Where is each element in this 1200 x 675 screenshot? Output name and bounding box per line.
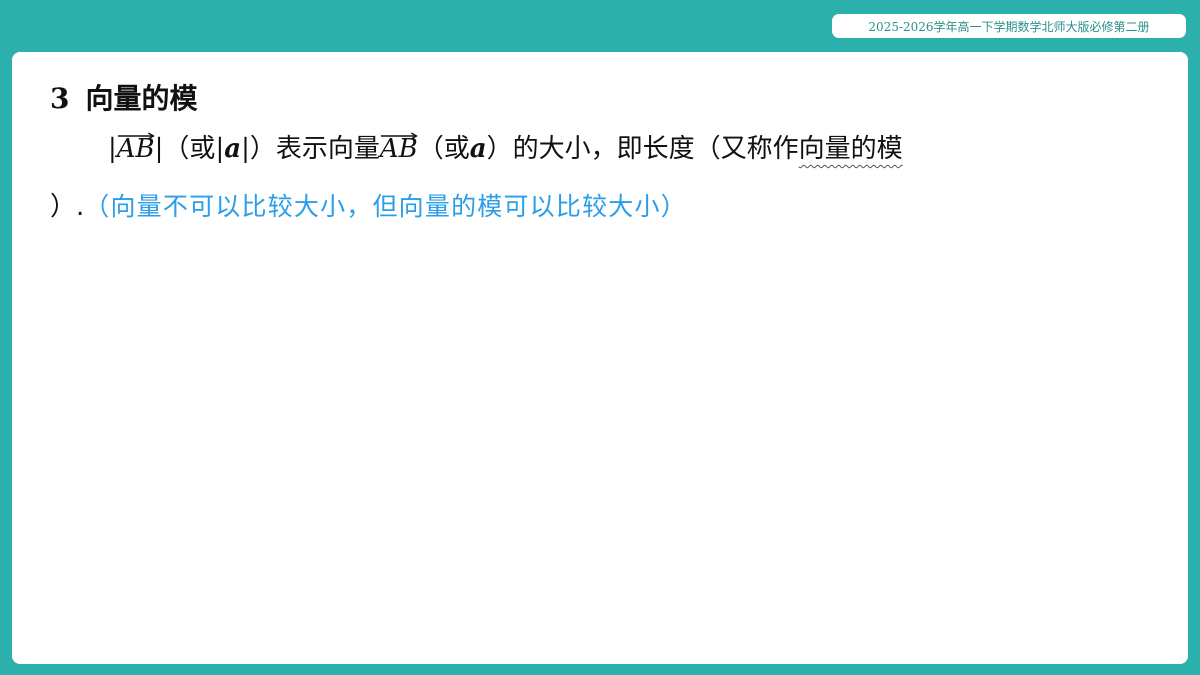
- definition-line-1: | AB|（或|a|）表示向量 AB（或a）的大小，即长度（又称作向量的模: [108, 128, 903, 165]
- definition-line-2: ）.（向量不可以比较大小，但向量的模可以比较大小）: [50, 186, 687, 223]
- paren-open: （或: [163, 134, 216, 164]
- section-heading: 3 向量的模: [50, 77, 198, 117]
- note-text: （向量不可以比较大小，但向量的模可以比较大小）: [84, 192, 687, 221]
- paren-close: ）: [249, 134, 276, 164]
- term-modulus: 向量的模: [798, 134, 903, 164]
- vector-arrow-icon: [380, 132, 418, 140]
- abs-bar-a-right: |: [241, 134, 250, 164]
- course-tag: 2025-2026学年高一下学期数学北师大版必修第二册: [832, 14, 1186, 38]
- vector-ab-1: AB: [117, 132, 155, 164]
- slide-panel: 3 向量的模 | AB|（或|a|）表示向量 AB（或a）的大小，即长度（又称作向量的…: [12, 52, 1188, 664]
- section-title: 向量的模: [85, 82, 198, 115]
- vector-ab-2: AB: [380, 132, 418, 164]
- text-after-a: ）的大小，即长度（又称作: [486, 134, 799, 164]
- paren-open-2: （或: [417, 134, 470, 164]
- abs-bar-left: |: [108, 134, 117, 164]
- vector-arrow-icon: [117, 132, 155, 140]
- text-represents: 表示向量: [275, 134, 380, 164]
- line2-start: ）.: [50, 192, 85, 222]
- section-number: 3: [50, 82, 70, 115]
- abs-bar-a-left: |: [215, 134, 225, 164]
- vector-a-1: a: [224, 134, 242, 164]
- vector-a-2: a: [469, 134, 487, 164]
